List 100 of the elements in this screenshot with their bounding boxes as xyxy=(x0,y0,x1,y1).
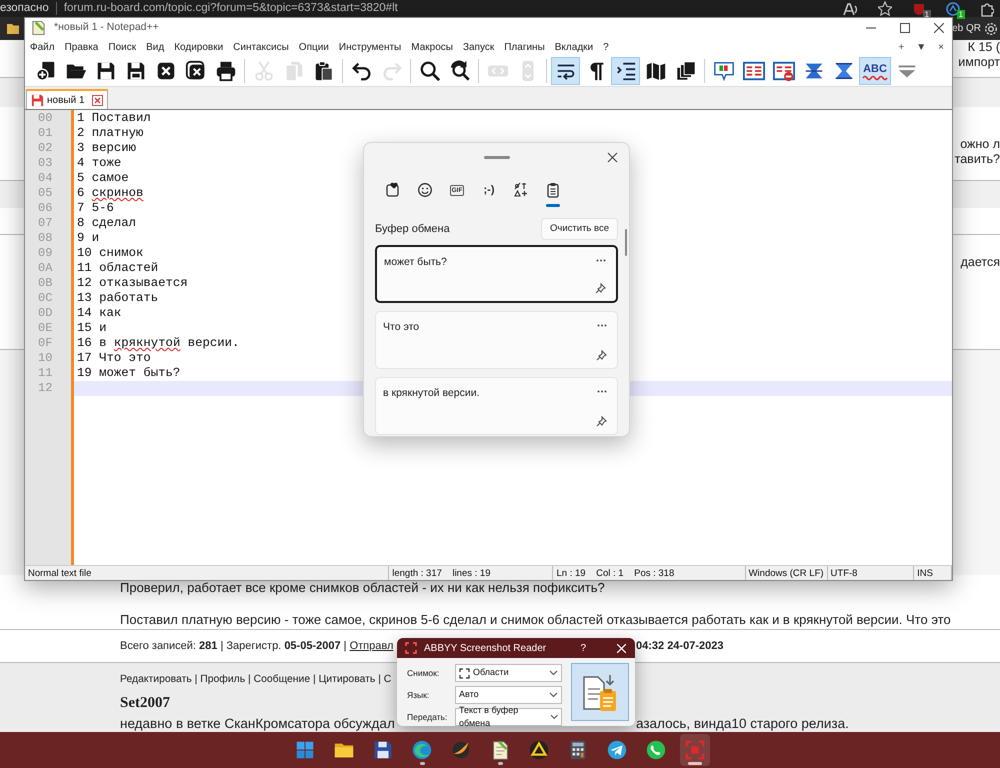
swoosh-icon xyxy=(450,739,472,761)
post-time: 04:32 24-07-2023 xyxy=(636,638,724,654)
symbols-icon xyxy=(513,182,529,198)
clipboard-icon xyxy=(545,182,561,198)
pin-icon[interactable] xyxy=(595,283,606,294)
post-text: недавно в ветке СканКромсатора обсуждал xyxy=(120,715,396,734)
code-line: 6 скринов xyxy=(76,186,144,201)
region-icon xyxy=(459,668,470,678)
indent-guide-icon xyxy=(614,60,636,82)
line-number: 08 xyxy=(37,231,54,246)
read-aloud-icon[interactable] xyxy=(843,2,858,16)
close-tab-icon[interactable] xyxy=(92,94,103,106)
close-all-icon xyxy=(184,60,206,82)
menu-item[interactable]: Синтаксисы xyxy=(228,40,294,54)
menu-item[interactable]: Запуск xyxy=(458,40,500,54)
line-number: 0C xyxy=(37,291,54,306)
more-icon[interactable] xyxy=(597,390,607,393)
tab-control[interactable]: ▼ xyxy=(916,40,926,54)
menu-item[interactable]: Вкладки xyxy=(550,40,598,54)
field-label: Снимок: xyxy=(407,666,440,680)
menu-item[interactable]: ? xyxy=(598,40,614,54)
taskbar-button[interactable] xyxy=(680,734,710,766)
status-text: Ln : 19 Col : 1 Pos : 318 xyxy=(553,566,746,580)
undo-icon xyxy=(350,60,372,82)
post-text-fragment: импорт xyxy=(958,55,1000,70)
line-number: 11 xyxy=(37,366,54,381)
capture-button[interactable] xyxy=(571,663,629,721)
line-number: 02 xyxy=(37,141,54,156)
menu-item[interactable]: Плагины xyxy=(499,40,550,54)
line-number: 00 xyxy=(37,111,54,126)
browser-icon xyxy=(411,739,433,761)
menu-item[interactable]: Вид xyxy=(141,40,170,54)
code-line: 19 может быть? xyxy=(76,366,180,381)
code-line: 2 платную xyxy=(76,126,144,141)
address-bar-url[interactable]: forum.ru-board.com/topic.cgi?forum=5&topic=6373&start=3820#lt xyxy=(64,0,398,18)
post-text-fragment: дается xyxy=(960,255,1000,270)
line-number: 05 xyxy=(37,186,54,201)
toolbar-button[interactable] xyxy=(551,57,580,85)
paper-plane-icon xyxy=(606,739,628,761)
search-icon xyxy=(418,60,440,82)
post-text: азалось, винда10 старого релиза. xyxy=(636,715,849,734)
user-stats: Всего записей: 281 | Зарегистр. 05-05-2007 | xyxy=(120,640,348,652)
menu-item[interactable]: Инструменты xyxy=(334,40,406,54)
folder-icon[interactable] xyxy=(6,22,20,35)
post-text: Проверил, работает все кроме снимков областей - их ни как нельзя пофиксить? xyxy=(120,579,606,597)
section-title: Буфер обмена xyxy=(375,222,450,237)
maximize-icon[interactable] xyxy=(900,23,910,33)
post-actions[interactable]: Редактировать | Профиль | Сообщение | Цитировать | С xyxy=(120,674,392,685)
more-icon[interactable] xyxy=(596,259,606,262)
toolbar-button[interactable] xyxy=(611,57,640,85)
send-link[interactable]: Отправл xyxy=(350,640,394,652)
file-tab[interactable]: новый 1 xyxy=(26,89,108,109)
line-number: 04 xyxy=(37,171,54,186)
dropdown[interactable]: Текст в буфер обмена xyxy=(455,708,562,726)
clipboard-item[interactable]: в крякнутой версии. xyxy=(375,377,618,435)
line-number: 0A xyxy=(37,261,54,276)
post-text: Поставил платную версию - тоже самое, скринов 5-6 сделал и снимок областей отказывается работать как и в крякнутой версии. Что это xyxy=(120,610,952,629)
settings-icon[interactable] xyxy=(984,22,998,36)
close-icon[interactable] xyxy=(934,23,944,33)
clipboard-item[interactable]: может быть? xyxy=(375,245,618,303)
code-line: 13 работать xyxy=(76,291,158,306)
help-button[interactable]: ? xyxy=(580,640,586,656)
new-file-icon xyxy=(34,60,56,82)
monitor-icon xyxy=(712,60,734,82)
menu-item[interactable]: Правка xyxy=(60,40,104,54)
clear-all-button[interactable]: Очистить все xyxy=(541,218,618,240)
author-name: Set2007 xyxy=(120,694,170,713)
puzzle-icon[interactable] xyxy=(980,0,994,16)
pin-icon[interactable] xyxy=(596,350,607,361)
line-number: 10 xyxy=(37,351,54,366)
menu-item[interactable]: Опции xyxy=(294,40,334,54)
star-icon[interactable] xyxy=(878,1,892,16)
panel-tab[interactable]: ;-) xyxy=(477,176,501,204)
code-line: 4 тоже xyxy=(76,156,122,171)
menu-item[interactable]: Поиск xyxy=(103,40,142,54)
redo-icon xyxy=(380,60,402,82)
dropdown[interactable]: Авто xyxy=(455,686,562,704)
badge: 1 xyxy=(956,10,965,18)
document-list-icon xyxy=(674,60,696,82)
menu-item[interactable]: Файл xyxy=(25,40,60,54)
close-icon[interactable] xyxy=(607,152,618,163)
compass-icon[interactable] xyxy=(946,2,960,16)
menu-item[interactable]: Кодировки xyxy=(169,40,228,54)
tab-control[interactable]: + xyxy=(898,40,904,54)
pin-icon[interactable] xyxy=(596,416,607,427)
post-text-fragment: тавить? xyxy=(954,152,1000,167)
menu-item[interactable]: Макросы xyxy=(406,40,458,54)
scrollbar-thumb[interactable] xyxy=(625,229,627,256)
dropdown[interactable]: Области xyxy=(455,664,562,682)
drag-handle[interactable] xyxy=(484,156,510,158)
line-number: 0E xyxy=(37,321,54,336)
status-text: UTF-8 xyxy=(828,566,914,580)
more-icon[interactable] xyxy=(597,324,607,327)
notepad-icon xyxy=(31,20,46,36)
line-number: 0F xyxy=(37,336,54,351)
tab-control[interactable]: × xyxy=(938,40,944,54)
clipboard-text: может быть? xyxy=(384,256,447,268)
code-line: 8 сделал xyxy=(76,216,136,231)
code-line: 17 Что это xyxy=(76,351,151,366)
clipboard-item[interactable]: Что это xyxy=(375,311,618,369)
